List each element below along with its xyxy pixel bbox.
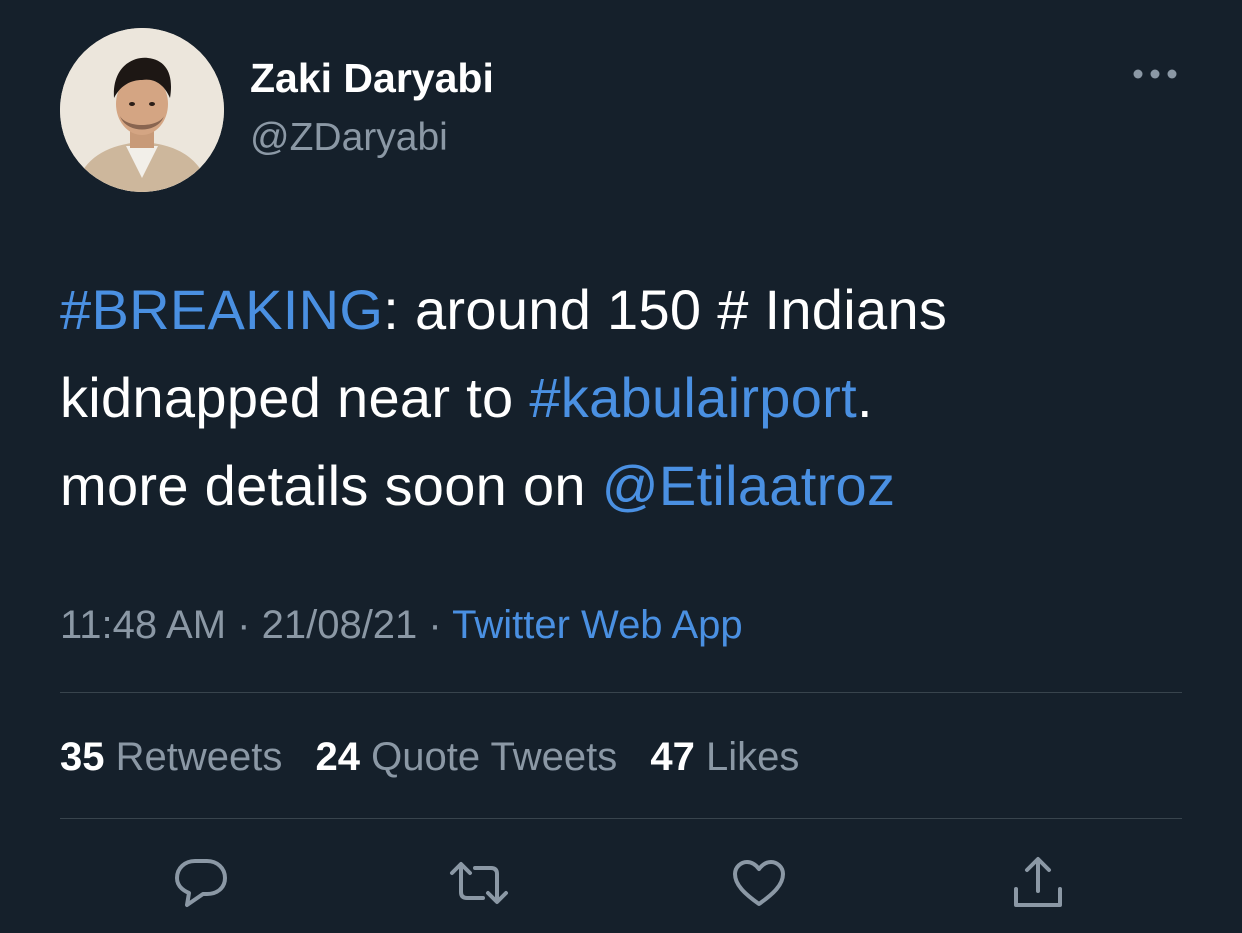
retweet-button[interactable] [444,850,514,920]
hashtag-breaking-link[interactable]: #BREAKING [60,278,383,341]
hashtag-kabulairport-link[interactable]: #kabulairport [529,366,857,429]
reply-icon [173,857,229,914]
meta-separator: · [226,603,262,647]
retweet-icon [449,860,509,911]
tweet-text-segment: more details soon on [60,454,602,517]
tweet-stats: 35 Retweets 24 Quote Tweets 47 Likes [60,732,821,782]
reply-button[interactable] [166,850,236,920]
tweet-source-link[interactable]: Twitter Web App [452,603,743,647]
tweet-detail: Zaki Daryabi @ZDaryabi #BREAKING: around… [0,0,1242,933]
tweet-line-3: more details soon on @Etilaatroz [60,442,1190,530]
likes-stat[interactable]: 47 Likes [650,732,799,782]
tweet-actions-bar [0,850,1242,920]
tweet-text: #BREAKING: around 150 # Indians kidnappe… [60,266,1190,530]
like-button[interactable] [724,850,794,920]
likes-label: Likes [705,735,800,779]
divider [60,692,1182,693]
avatar-image [60,28,224,192]
retweets-label: Retweets [115,735,283,779]
more-horizontal-icon [1132,67,1178,85]
tweet-line-2: kidnapped near to #kabulairport. [60,354,1190,442]
share-icon [1010,855,1066,916]
likes-count: 47 [650,735,695,779]
share-button[interactable] [1003,850,1073,920]
tweet-metadata: 11:48 AM · 21/08/21 · Twitter Web App [60,600,743,650]
retweets-count: 35 [60,735,105,779]
quote-tweets-label: Quote Tweets [371,735,618,779]
tweet-text-segment: : around 150 # Indians [383,278,948,341]
quote-tweets-count: 24 [315,735,361,779]
tweet-text-segment: . [856,366,873,429]
divider [60,818,1182,819]
tweet-line-1: #BREAKING: around 150 # Indians [60,266,1190,354]
tweet-time[interactable]: 11:48 AM [60,603,226,647]
retweets-stat[interactable]: 35 Retweets [60,732,282,782]
heart-icon [731,858,787,913]
mention-etilaatroz-link[interactable]: @Etilaatroz [602,454,896,517]
tweet-text-segment: kidnapped near to [60,366,530,429]
more-button[interactable] [1126,60,1184,92]
tweet-date[interactable]: 21/08/21 [262,603,418,647]
author-display-name[interactable]: Zaki Daryabi [250,55,494,101]
avatar[interactable] [60,28,224,192]
author-handle[interactable]: @ZDaryabi [250,116,448,160]
meta-separator: · [417,603,453,647]
quote-tweets-stat[interactable]: 24 Quote Tweets [316,732,618,782]
